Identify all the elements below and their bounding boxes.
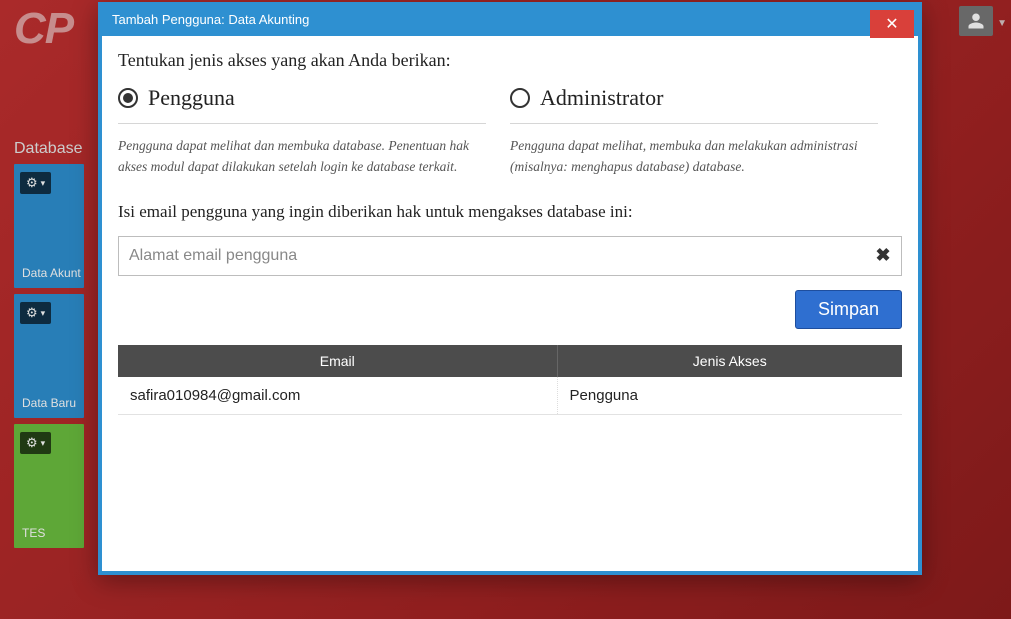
email-input[interactable] xyxy=(119,247,865,265)
access-prompt: Tentukan jenis akses yang akan Anda beri… xyxy=(118,50,902,71)
save-button[interactable]: Simpan xyxy=(795,290,902,329)
modal-overlay: Tambah Pengguna: Data Akunting ✕ Tentuka… xyxy=(0,0,1011,619)
close-icon: ✕ xyxy=(885,14,898,34)
table-row[interactable]: safira010984@gmail.com Pengguna xyxy=(118,377,902,415)
cell-email: safira010984@gmail.com xyxy=(118,377,557,415)
clear-input-button[interactable]: ✖ xyxy=(865,245,901,266)
radio-admin[interactable] xyxy=(510,88,530,108)
radio-user[interactable] xyxy=(118,88,138,108)
radio-option-user: Pengguna Pengguna dapat melihat dan memb… xyxy=(118,85,510,178)
modal-title: Tambah Pengguna: Data Akunting xyxy=(112,12,309,27)
add-user-modal: Tambah Pengguna: Data Akunting ✕ Tentuka… xyxy=(98,2,922,575)
email-prompt: Isi email pengguna yang ingin diberikan … xyxy=(118,202,902,222)
close-button[interactable]: ✕ xyxy=(870,10,914,38)
radio-admin-description: Pengguna dapat melihat, membuka dan mela… xyxy=(510,136,878,178)
email-input-wrap: ✖ xyxy=(118,236,902,276)
radio-user-label: Pengguna xyxy=(148,85,235,111)
radio-dot-icon xyxy=(123,93,133,103)
radio-user-description: Pengguna dapat melihat dan membuka datab… xyxy=(118,136,486,178)
access-radio-group: Pengguna Pengguna dapat melihat dan memb… xyxy=(118,85,902,178)
users-table: Email Jenis Akses safira010984@gmail.com… xyxy=(118,345,902,415)
cell-access: Pengguna xyxy=(557,377,902,415)
table-header-access: Jenis Akses xyxy=(557,345,902,377)
modal-titlebar: Tambah Pengguna: Data Akunting xyxy=(102,6,918,36)
radio-admin-label: Administrator xyxy=(540,85,663,111)
modal-body: Tentukan jenis akses yang akan Anda beri… xyxy=(102,36,918,435)
table-header-email: Email xyxy=(118,345,557,377)
radio-option-admin: Administrator Pengguna dapat melihat, me… xyxy=(510,85,902,178)
close-icon: ✖ xyxy=(875,245,890,265)
